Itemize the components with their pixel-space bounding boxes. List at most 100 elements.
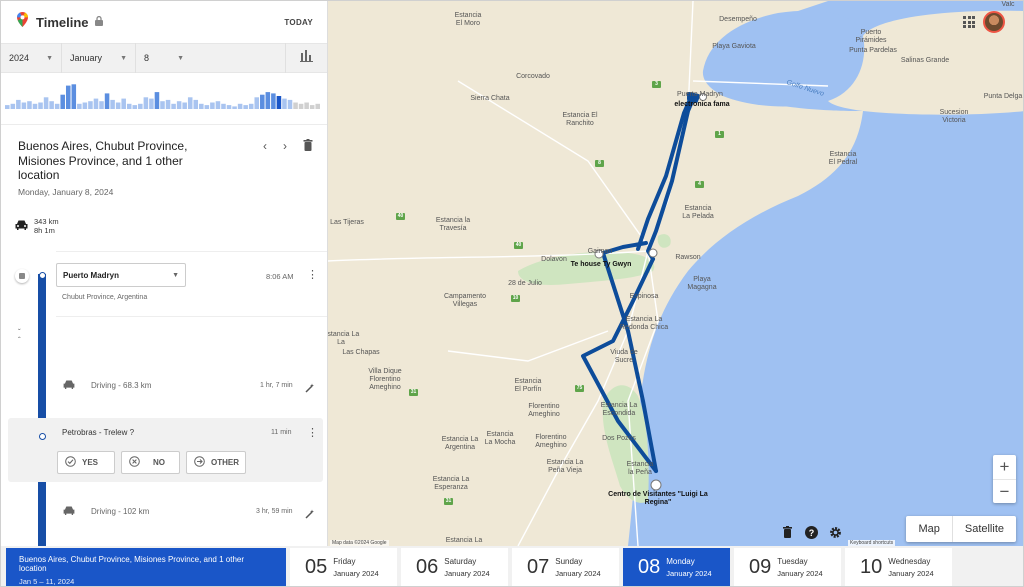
histogram-bar[interactable] — [88, 101, 93, 109]
histogram-bar[interactable] — [138, 103, 143, 109]
day-card[interactable]: 08 Monday January 2024 — [623, 548, 730, 586]
visitor-center-marker[interactable] — [650, 479, 662, 491]
histogram-bar[interactable] — [132, 105, 138, 109]
histogram-bar[interactable] — [126, 103, 132, 109]
histogram-bar[interactable] — [215, 101, 221, 109]
histogram-bar[interactable] — [104, 93, 110, 109]
histogram-bar[interactable] — [43, 97, 49, 109]
driving-segment[interactable]: Driving - 68.3 km — [63, 380, 151, 391]
histogram-bar[interactable] — [10, 103, 16, 109]
day-card[interactable]: 10 Wednesday January 2024 — [845, 548, 952, 586]
histogram-bar[interactable] — [265, 92, 271, 109]
histogram-bar[interactable] — [193, 99, 199, 109]
histogram-bar[interactable] — [121, 98, 126, 109]
day-card[interactable]: 05 Friday January 2024 — [290, 548, 397, 586]
histogram-bar[interactable] — [60, 94, 65, 109]
histogram-bar[interactable] — [237, 103, 243, 109]
histogram-bar[interactable] — [287, 99, 293, 109]
histogram-bar[interactable] — [187, 97, 193, 109]
histogram-bar[interactable] — [160, 101, 165, 109]
histogram-bar[interactable] — [71, 84, 77, 109]
map-canvas[interactable] — [328, 1, 1024, 546]
map-type-satellite-button[interactable]: Satellite — [951, 516, 1016, 542]
histogram-bar[interactable] — [298, 103, 304, 109]
histogram-bar[interactable] — [27, 101, 32, 109]
edit-wand-icon[interactable] — [305, 380, 315, 398]
zoom-in-button[interactable]: + — [993, 455, 1016, 479]
more-vert-icon[interactable]: ⋮ — [307, 270, 318, 281]
place-selector[interactable]: Puerto Madryn ▼ — [56, 263, 186, 287]
histogram-bar[interactable] — [293, 102, 298, 110]
histogram-bar[interactable] — [271, 93, 276, 109]
histogram-bar[interactable] — [304, 102, 309, 110]
histogram-bar[interactable] — [5, 105, 10, 109]
histogram-bar[interactable] — [182, 102, 187, 110]
month-select[interactable]: January ▼ — [62, 43, 136, 73]
confirm-no-button[interactable]: NO — [121, 451, 180, 474]
histogram-bar[interactable] — [143, 97, 149, 109]
trip-range-card[interactable]: Buenos Aires, Chubut Province, Misiones … — [6, 548, 286, 586]
histogram-bar[interactable] — [38, 102, 43, 110]
histogram-bar[interactable] — [21, 102, 27, 110]
histogram-bar[interactable] — [149, 98, 154, 109]
histogram-bar[interactable] — [226, 105, 232, 109]
previous-day-chevron-icon[interactable]: ‹ — [263, 139, 267, 154]
today-button[interactable]: TODAY — [284, 18, 313, 27]
histogram-bar[interactable] — [110, 99, 115, 109]
year-value: 2024 — [9, 53, 30, 63]
histogram-bar[interactable] — [315, 103, 320, 109]
histogram-bar[interactable] — [171, 103, 176, 109]
histogram-bar[interactable] — [165, 99, 171, 109]
histogram-bar[interactable] — [82, 102, 88, 110]
histogram-bar[interactable] — [248, 103, 254, 109]
account-avatar[interactable] — [983, 11, 1005, 33]
histogram-bar[interactable] — [16, 99, 21, 109]
day-select[interactable]: 8 ▼ — [136, 43, 192, 73]
histogram-bar[interactable] — [154, 92, 160, 109]
histogram-bar[interactable] — [49, 101, 54, 109]
next-day-chevron-icon[interactable]: › — [283, 139, 287, 154]
histogram-bar[interactable] — [282, 98, 287, 109]
day-card[interactable]: 06 Saturday January 2024 — [401, 548, 508, 586]
settings-gear-icon[interactable] — [827, 524, 843, 540]
histogram-bar[interactable] — [254, 97, 260, 109]
delete-day-trash-icon[interactable] — [303, 139, 313, 154]
histogram-bar[interactable] — [199, 103, 204, 109]
map-view[interactable]: Estancia El Moro Desempeño Valc Playa Gav… — [328, 1, 1024, 546]
histogram-bar[interactable] — [221, 103, 226, 109]
day-card[interactable]: 09 Tuesday January 2024 — [734, 548, 841, 586]
histogram-bar[interactable] — [176, 101, 182, 109]
apps-grid-icon[interactable] — [963, 16, 975, 28]
histogram-bar[interactable] — [65, 85, 71, 109]
trelew-marker[interactable] — [648, 248, 658, 258]
histogram-bar[interactable] — [32, 103, 38, 109]
year-select[interactable]: 2024 ▼ — [1, 43, 62, 73]
edit-wand-icon[interactable] — [305, 506, 315, 524]
histogram-bar[interactable] — [210, 102, 215, 110]
histogram-bar[interactable] — [243, 105, 248, 109]
histogram-bar[interactable] — [99, 101, 104, 109]
histogram-bar[interactable] — [204, 105, 210, 109]
histogram-bar[interactable] — [77, 103, 82, 109]
histogram-bar[interactable] — [276, 96, 282, 109]
histogram-bars[interactable] — [5, 73, 323, 125]
histogram-bar[interactable] — [54, 103, 60, 109]
label-las-chapas: Las Chapas — [342, 349, 380, 356]
help-icon[interactable]: ? — [803, 524, 819, 540]
zoom-out-button[interactable]: − — [993, 479, 1016, 503]
activity-histogram[interactable] — [1, 73, 327, 125]
histogram-bar[interactable] — [232, 106, 237, 109]
histogram-bar[interactable] — [309, 105, 315, 109]
more-vert-icon[interactable]: ⋮ — [307, 428, 318, 439]
trash-icon[interactable] — [779, 524, 795, 540]
day-card[interactable]: 07 Sunday January 2024 — [512, 548, 619, 586]
driving-segment[interactable]: Driving - 102 km — [63, 506, 149, 517]
confirm-other-button[interactable]: OTHER — [186, 451, 246, 474]
histogram-bar[interactable] — [115, 102, 121, 110]
confirm-yes-button[interactable]: YES — [57, 451, 115, 474]
map-type-map-button[interactable]: Map — [906, 516, 951, 542]
stats-button[interactable] — [285, 43, 327, 73]
collapse-chevron-icon[interactable]: ˇˆ — [18, 329, 21, 345]
histogram-bar[interactable] — [93, 98, 99, 109]
histogram-bar[interactable] — [260, 94, 265, 109]
